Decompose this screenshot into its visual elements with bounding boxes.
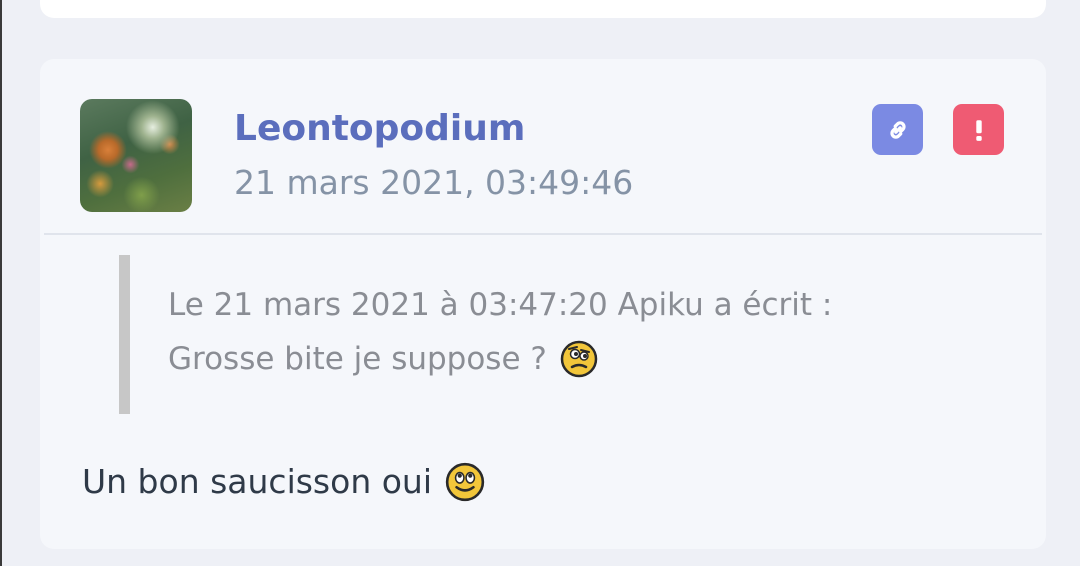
post-body-text: Un bon saucisson oui (82, 462, 432, 501)
quote-content: Grosse bite je suppose ? (168, 337, 599, 381)
forum-post-card: Leontopodium 21 mars 2021, 03:49:46 Le 2… (40, 59, 1046, 549)
user-avatar[interactable] (80, 99, 192, 212)
quoted-message: Le 21 mars 2021 à 03:47:20 Apiku a écrit… (119, 255, 1010, 414)
post-body: Un bon saucisson oui (82, 457, 486, 507)
smiley-icon (445, 462, 485, 502)
left-border (0, 0, 2, 566)
permalink-button[interactable] (872, 104, 923, 155)
quote-attribution: Le 21 mars 2021 à 03:47:20 Apiku a écrit… (168, 287, 833, 323)
post-header-divider (44, 233, 1042, 235)
quote-text: Grosse bite je suppose ? (168, 341, 547, 377)
previous-post-card (40, 0, 1046, 18)
report-button[interactable] (953, 104, 1004, 155)
exclamation-icon (975, 119, 982, 141)
suspicious-smiley-icon (560, 340, 598, 378)
post-timestamp[interactable]: 21 mars 2021, 03:49:46 (234, 161, 633, 205)
post-author-username[interactable]: Leontopodium (234, 103, 525, 155)
link-icon (889, 120, 906, 139)
